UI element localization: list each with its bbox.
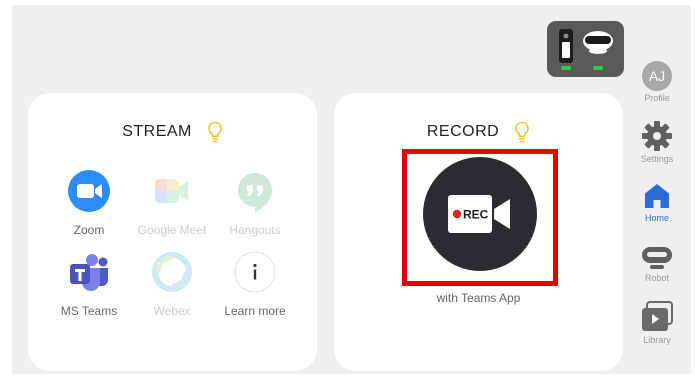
webex-label: Webex [153,304,191,318]
hangouts-icon [238,173,272,212]
robot-battery-indicator [593,66,603,70]
webex-app: Webex [132,251,212,318]
zoom-label: Zoom [73,223,105,237]
stream-card: STREAM Zoom Google Meet Hangouts MS Team… [28,93,317,371]
nav-library-label: Library [643,335,671,345]
stream-title: STREAM [122,123,192,140]
ms-teams-label: MS Teams [60,304,118,318]
zoom-app[interactable]: Zoom [49,170,129,237]
google-meet-label: Google Meet [137,223,207,237]
video-camera-icon: REC [448,195,510,233]
nav-robot[interactable]: Robot [634,245,680,283]
camera-device-icon [559,29,573,63]
nav-robot-label: Robot [644,273,670,283]
google-meet-icon [155,179,188,203]
robot-device-icon [583,31,613,54]
record-title: RECORD [426,123,500,140]
hangouts-label: Hangouts [229,223,281,237]
nav-library[interactable]: Library [634,301,680,345]
avatar: AJ [642,61,672,91]
ms-teams-app[interactable]: MS Teams [49,251,129,318]
record-button[interactable]: REC [423,157,537,271]
info-icon [234,251,276,293]
nav-settings[interactable]: Settings [634,120,680,164]
lightbulb-icon[interactable] [207,121,223,143]
app-screen: STREAM Zoom Google Meet Hangouts MS Team… [12,5,691,374]
nav-home[interactable]: Home [634,181,680,223]
robot-icon [642,247,672,269]
record-dot-icon [452,209,462,219]
home-icon [645,184,669,208]
camera-battery-indicator [561,66,571,70]
lightbulb-icon[interactable] [514,121,530,143]
nav-profile[interactable]: AJ Profile [634,61,680,103]
stream-card-header: STREAM [28,121,317,143]
zoom-icon [68,170,110,212]
learn-more-label: Learn more [224,304,286,318]
gear-icon [642,121,672,151]
google-meet-app: Google Meet [132,170,212,237]
device-status-widget[interactable] [547,21,624,77]
record-card-header: RECORD [334,121,623,143]
record-highlight-box: REC [402,149,558,286]
nav-settings-label: Settings [640,154,674,164]
nav-home-label: Home [644,213,669,223]
library-icon [642,301,673,331]
rec-text: REC [463,208,489,222]
hangouts-app: Hangouts [215,170,295,237]
record-subtitle: with Teams App [436,291,521,305]
ms-teams-icon [70,254,108,291]
learn-more-app[interactable]: Learn more [215,251,295,318]
nav-profile-label: Profile [644,93,670,103]
record-card: RECORD REC with Teams App [334,93,623,371]
webex-icon [152,252,192,292]
